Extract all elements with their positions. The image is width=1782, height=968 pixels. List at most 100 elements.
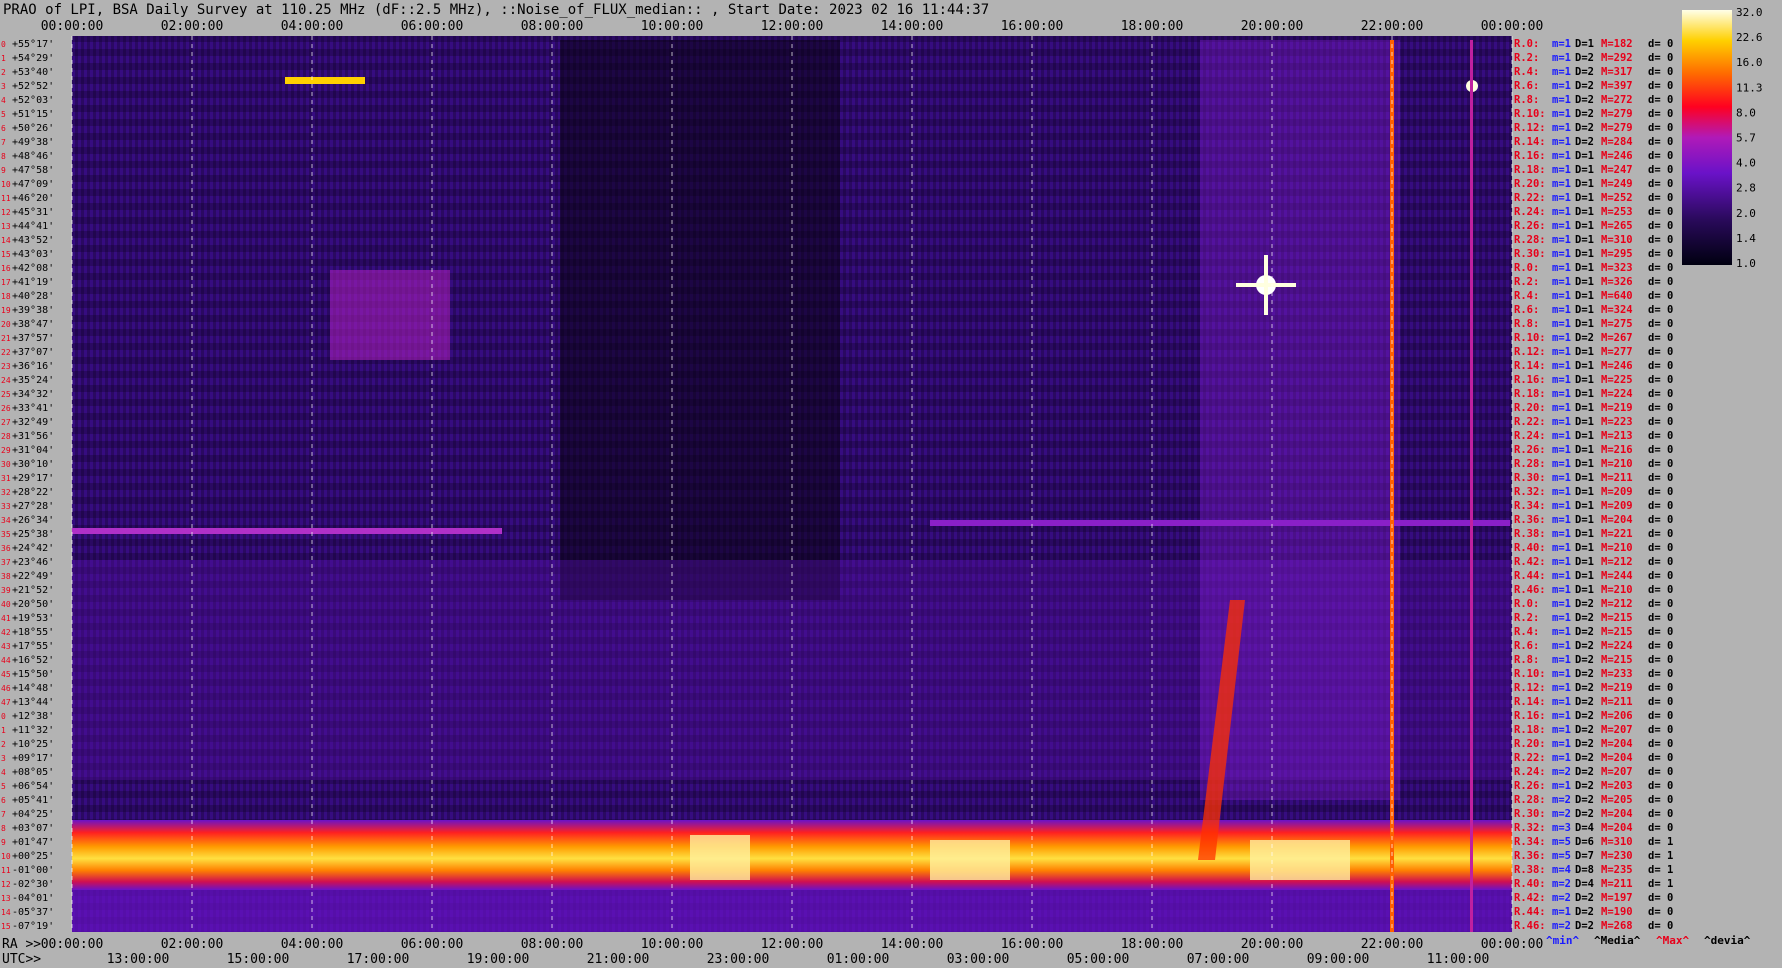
stats-row-label: R.30: — [1514, 472, 1546, 484]
stats-min: m=1 — [1552, 276, 1571, 288]
stats-min: m=1 — [1552, 696, 1571, 708]
dec-label: +26°34' — [12, 515, 54, 526]
stats-row-label: R.2: — [1514, 52, 1539, 64]
stats-max: M=213 — [1601, 430, 1633, 442]
stats-min: m=1 — [1552, 710, 1571, 722]
stats-max: M=209 — [1601, 486, 1633, 498]
ra-label: 06:00:00 — [401, 937, 464, 952]
stats-row-label: R.30: — [1514, 248, 1546, 260]
stats-median: D=1 — [1575, 150, 1594, 162]
dec-index: 8 — [1, 152, 6, 161]
dec-label: +35°24' — [12, 375, 54, 386]
top-time-label: 00:00:00 — [1481, 19, 1544, 34]
stats-median: D=2 — [1575, 892, 1594, 904]
stats-median: D=2 — [1575, 94, 1594, 106]
dec-index: 36 — [1, 544, 11, 553]
colorbar-tick: 1.0 — [1736, 257, 1756, 270]
stats-row: R.4: m=1 D=1 M=640 d= 0 — [1514, 290, 1673, 302]
dec-label: +37°07' — [12, 347, 54, 358]
stats-max: M=230 — [1601, 850, 1633, 862]
stats-max: M=310 — [1601, 234, 1633, 246]
stats-median: D=1 — [1575, 402, 1594, 414]
stats-median: D=2 — [1575, 724, 1594, 736]
stats-row: R.44: m=1 D=2 M=190 d= 0 — [1514, 906, 1673, 918]
stats-median: D=1 — [1575, 458, 1594, 470]
stats-median: D=2 — [1575, 696, 1594, 708]
footer-legend-item: ^devia^ — [1704, 934, 1751, 947]
stats-min: m=1 — [1552, 122, 1571, 134]
stats-median: D=7 — [1575, 850, 1594, 862]
dec-label: -02°30' — [12, 879, 54, 890]
right-stats-column: R.0: m=1 D=1 M=182 d= 0R.2: m=1 D=2 M=292 d= 0R.… — [1514, 38, 1673, 932]
top-time-label: 00:00:00 — [41, 19, 104, 34]
stats-row-label: R.22: — [1514, 192, 1546, 204]
stats-min: m=1 — [1552, 458, 1571, 470]
dec-label: +47°58' — [12, 165, 54, 176]
stats-row-label: R.16: — [1514, 150, 1546, 162]
colorbar-tick: 11.3 — [1736, 81, 1763, 94]
stats-min: m=2 — [1552, 808, 1571, 820]
stats-row: R.34: m=1 D=1 M=209 d= 0 — [1514, 500, 1673, 512]
stats-row: R.28: m=1 D=1 M=210 d= 0 — [1514, 458, 1673, 470]
dec-index: 30 — [1, 460, 11, 469]
stats-row-label: R.28: — [1514, 234, 1546, 246]
stats-min: m=1 — [1552, 598, 1571, 610]
dec-index: 4 — [1, 768, 6, 777]
stats-deviation: d= 0 — [1648, 136, 1673, 148]
dec-index: 13 — [1, 894, 11, 903]
stats-max: M=277 — [1601, 346, 1633, 358]
dec-label: +28°22' — [12, 487, 54, 498]
stats-median: D=1 — [1575, 556, 1594, 568]
stats-max: M=268 — [1601, 920, 1633, 932]
stats-row: R.10: m=1 D=2 M=279 d= 0 — [1514, 108, 1673, 120]
dec-label: +52°52' — [12, 81, 54, 92]
stats-min: m=1 — [1552, 52, 1571, 64]
stats-min: m=1 — [1552, 430, 1571, 442]
dec-index: 11 — [1, 194, 11, 203]
stats-median: D=4 — [1575, 822, 1594, 834]
stats-max: M=295 — [1601, 248, 1633, 260]
dec-index: 3 — [1, 82, 6, 91]
dec-index: 10 — [1, 852, 11, 861]
top-time-label: 16:00:00 — [1001, 19, 1064, 34]
stats-min: m=1 — [1552, 472, 1571, 484]
stats-min: m=1 — [1552, 220, 1571, 232]
stats-min: m=1 — [1552, 724, 1571, 736]
stats-min: m=1 — [1552, 66, 1571, 78]
stats-max: M=207 — [1601, 724, 1633, 736]
stats-min: m=1 — [1552, 570, 1571, 582]
stats-min: m=1 — [1552, 640, 1571, 652]
stats-deviation: d= 1 — [1648, 878, 1673, 890]
dec-index: 10 — [1, 180, 11, 189]
stats-max: M=216 — [1601, 444, 1633, 456]
stats-deviation: d= 0 — [1648, 654, 1673, 666]
dec-label: +47°09' — [12, 179, 54, 190]
stats-median: D=1 — [1575, 514, 1594, 526]
stats-min: m=1 — [1552, 178, 1571, 190]
dec-label: +22°49' — [12, 571, 54, 582]
stats-max: M=190 — [1601, 906, 1633, 918]
dec-index: 41 — [1, 614, 11, 623]
ra-label: 02:00:00 — [161, 937, 224, 952]
stats-row-label: R.26: — [1514, 444, 1546, 456]
stats-deviation: d= 0 — [1648, 892, 1673, 904]
ra-label: 10:00:00 — [641, 937, 704, 952]
stats-row: R.18: m=1 D=1 M=247 d= 0 — [1514, 164, 1673, 176]
stats-row-label: R.6: — [1514, 80, 1539, 92]
stats-deviation: d= 0 — [1648, 682, 1673, 694]
dec-label: +16°52' — [12, 655, 54, 666]
stats-max: M=210 — [1601, 584, 1633, 596]
stats-row-label: R.28: — [1514, 794, 1546, 806]
stats-max: M=204 — [1601, 808, 1633, 820]
stats-min: m=1 — [1552, 486, 1571, 498]
stats-row-label: R.36: — [1514, 850, 1546, 862]
stats-row-label: R.14: — [1514, 696, 1546, 708]
stats-row-label: R.30: — [1514, 808, 1546, 820]
dec-index: 11 — [1, 866, 11, 875]
stats-min: m=1 — [1552, 752, 1571, 764]
stats-max: M=324 — [1601, 304, 1633, 316]
stats-deviation: d= 0 — [1648, 304, 1673, 316]
stats-row-label: R.14: — [1514, 360, 1546, 372]
stats-min: m=1 — [1552, 444, 1571, 456]
dec-index: 14 — [1, 236, 11, 245]
